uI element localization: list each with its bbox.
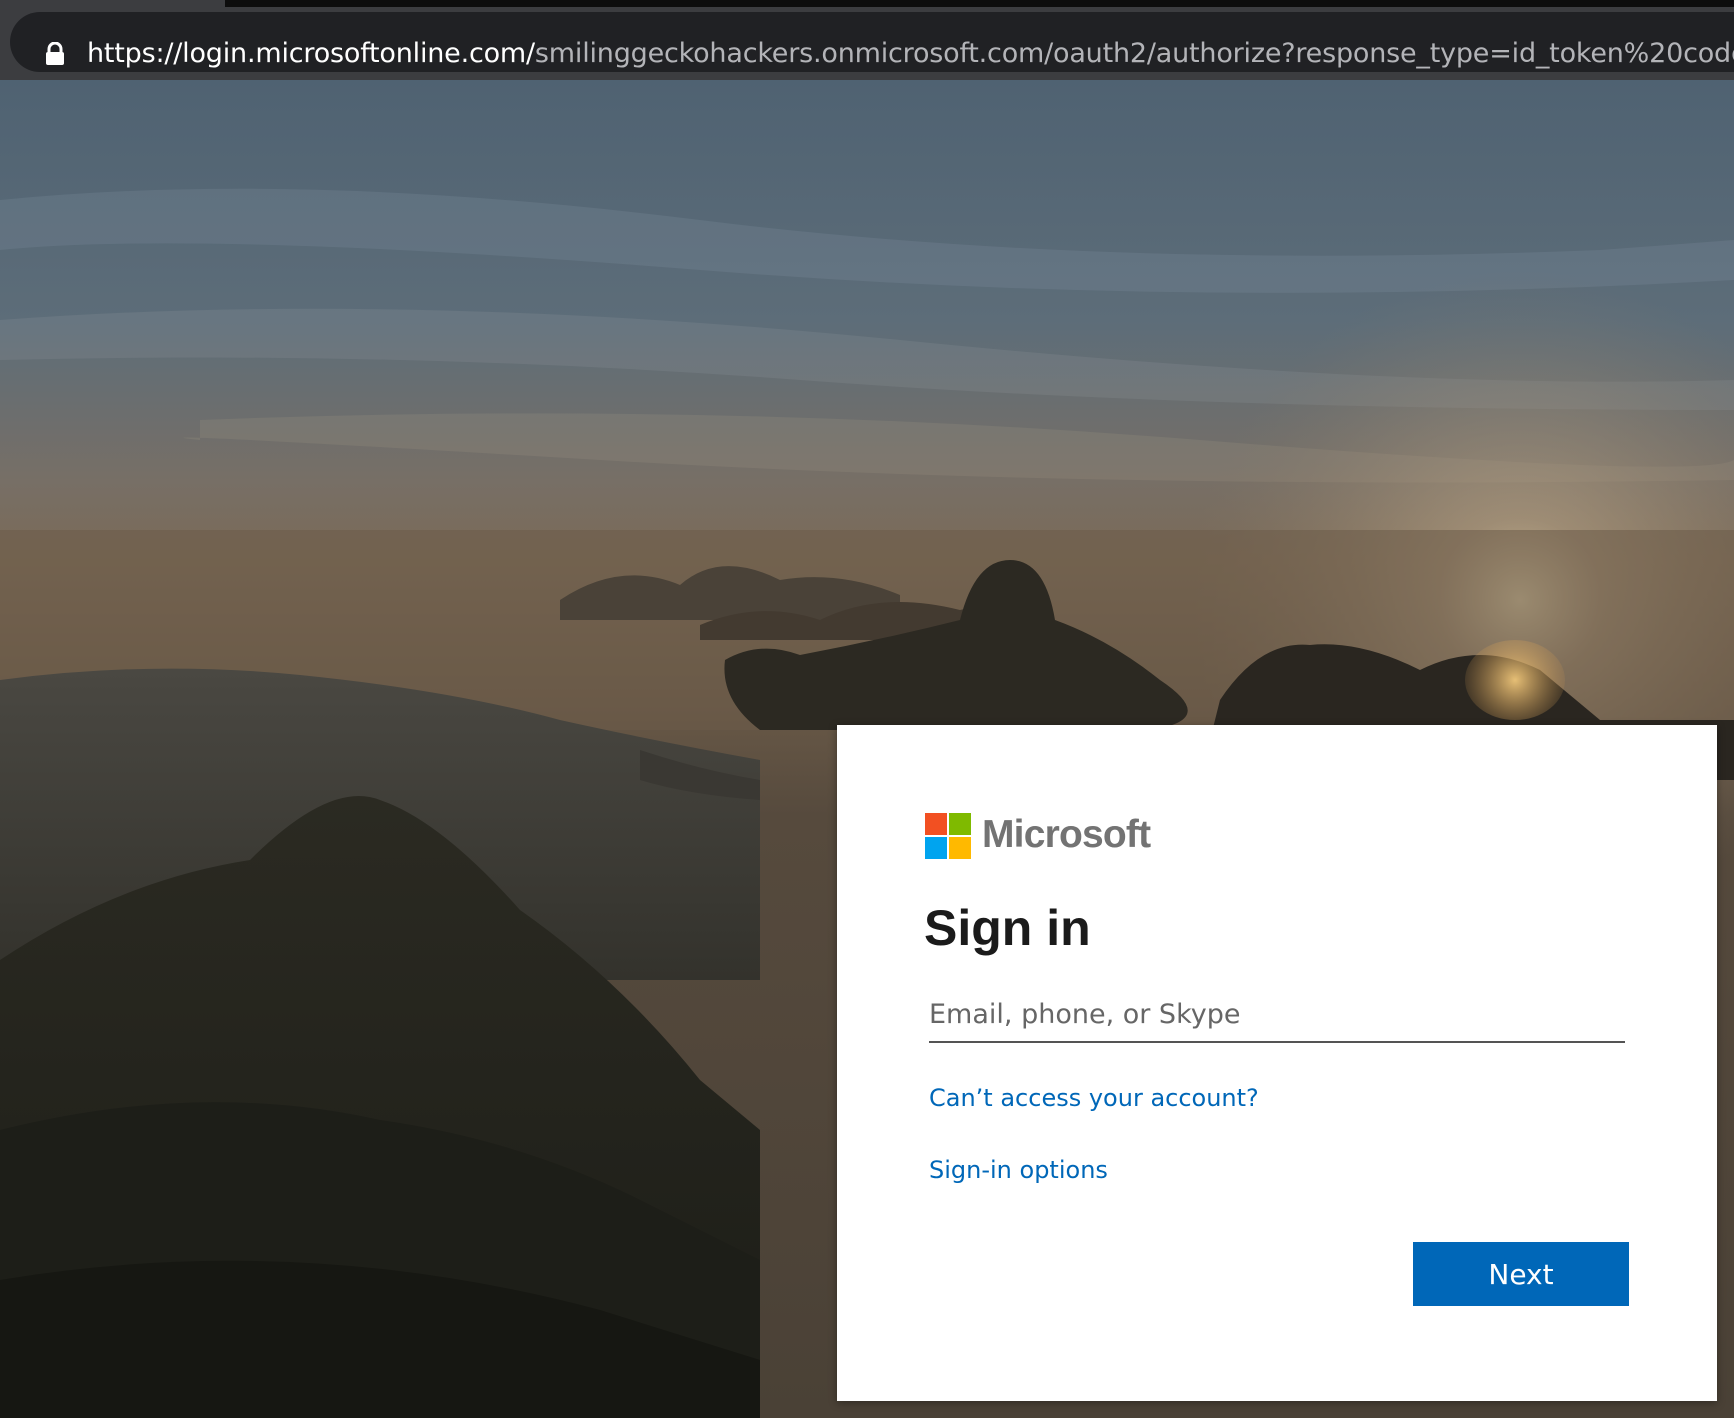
signin-card: Microsoft Sign in Can’t access your acco… [837,725,1717,1401]
address-bar[interactable]: https://login.microsoftonline.com/smilin… [10,12,1734,72]
url-text[interactable]: https://login.microsoftonline.com/smilin… [87,34,1734,74]
cant-access-account-link[interactable]: Can’t access your account? [929,1081,1259,1115]
url-host: https://login.microsoftonline.com/ [87,38,535,69]
page: https://login.microsoftonline.com/smilin… [0,0,1734,1418]
page-title: Sign in [924,900,1091,956]
email-field[interactable] [929,987,1625,1043]
url-path: smilinggeckohackers.onmicrosoft.com/oaut… [534,38,1734,69]
microsoft-wordmark: Microsoft [982,813,1151,856]
microsoft-logo-icon [925,813,971,859]
lock-icon[interactable] [44,42,66,66]
tab-strip-edge [225,0,1734,7]
signin-options-link[interactable]: Sign-in options [929,1153,1108,1187]
next-button[interactable]: Next [1413,1242,1629,1306]
